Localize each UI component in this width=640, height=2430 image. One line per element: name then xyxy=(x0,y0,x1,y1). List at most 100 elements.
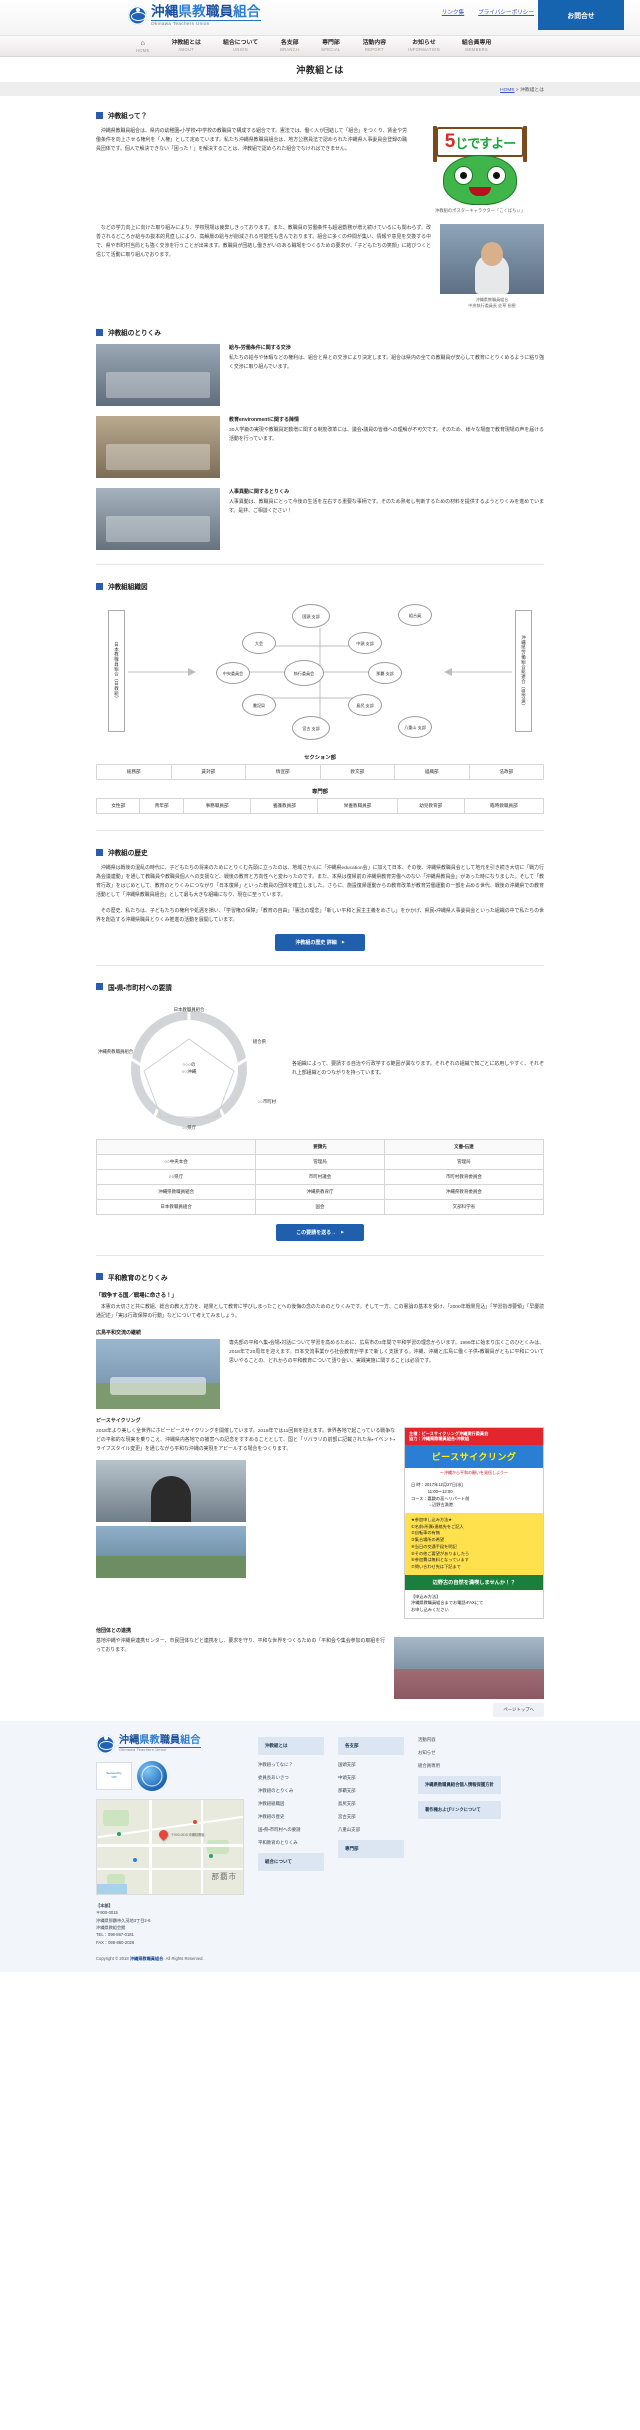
globe-seal-icon xyxy=(137,1760,167,1791)
cpi-seal-icon: Secured by CPI xyxy=(96,1761,132,1790)
section-history: 沖教組の歴史 沖縄県は戦後の混乱の時代に、子どもたちの将来のためにとりくむ先頭に… xyxy=(96,830,544,951)
petition-submit-button[interactable]: この要請を送る→ xyxy=(276,1223,364,1241)
nav-item-special[interactable]: 専門部 SPECIAL xyxy=(310,40,351,53)
privacy-policy-link[interactable]: プライバシーポリシー xyxy=(478,8,534,16)
contact-button[interactable]: お問合せ xyxy=(538,0,624,30)
nav-item-label-en: ABOUT xyxy=(178,47,195,53)
footer-head-link[interactable]: 沖教組とは xyxy=(258,1736,324,1755)
nav-item-label-en: HOME xyxy=(136,47,150,53)
section-department-table: 総務部 賃対部 情宣部 教文部 組織部 法政部 xyxy=(96,764,544,781)
special-department-cell[interactable]: 女性部 xyxy=(95,798,141,815)
footer-link-link[interactable]: 沖教組ってなに？ xyxy=(258,1762,324,1768)
footer-link-link[interactable]: 沖教組組織図 xyxy=(258,1801,324,1807)
petition-table-cell: 管理局 xyxy=(255,1153,385,1170)
footer-link-link[interactable]: 宮古支部 xyxy=(338,1814,404,1820)
petition-table-row: 日本教職員組合 国会 文部科学省 xyxy=(95,1198,545,1215)
footer-card-link[interactable]: 著作権およびリンクについて xyxy=(418,1801,501,1820)
history-paragraph-1: 沖縄県は戦後の混乱の時代に、子どもたちの将来のためにとりくむ先頭に立ったのは、地… xyxy=(96,866,544,899)
nav-item-label-en: BRANCH xyxy=(280,47,300,53)
footer-link-link[interactable]: 八重山支部 xyxy=(338,1827,404,1833)
nav-item-information[interactable]: お知らせ INFORMATION xyxy=(397,40,451,53)
petition-table-cell: 市町村議会 xyxy=(255,1168,385,1185)
nav-item-about[interactable]: 沖教組とは ABOUT xyxy=(160,40,211,53)
footer-link-link[interactable]: 平和教育のとりくみ xyxy=(258,1840,324,1846)
footer-address-title: 【本部】 xyxy=(96,1902,113,1908)
effort-text: 30人学級の実現や教職員定数増に関する制度改革には、議会・議員の皆様への理解が不… xyxy=(229,428,544,443)
section-department-cell[interactable]: 賃対部 xyxy=(170,764,246,781)
peace-b-text: 2018年より美しく全世界にホビーピースサイクリングを開催しています。2018年… xyxy=(96,1428,395,1452)
footer-link-link[interactable]: 中頭支部 xyxy=(338,1775,404,1781)
breadcrumb-home[interactable]: HOME xyxy=(500,88,514,93)
special-department-cell[interactable]: 養護教員部 xyxy=(250,798,319,815)
special-department-cell[interactable]: 幼児教育部 xyxy=(396,798,465,815)
petition-text: 各組織によって、要請する自治や行政学する範囲が異なります。それぞれの組織で知ごと… xyxy=(292,1061,544,1076)
footer-head-link[interactable]: 各支部 xyxy=(338,1736,404,1755)
peace-c-text: 基地沖縄や沖縄県連携センター、市民団体などと連携をし、要求を守り、平和な世界をつ… xyxy=(96,1638,385,1653)
footer-link-link[interactable]: 活動内容 xyxy=(418,1737,501,1743)
copyright-pre: Copyright © 2018 xyxy=(96,1955,130,1961)
footer-link-link[interactable]: 沖教組のとりくみ xyxy=(258,1788,324,1794)
special-department-cell[interactable]: 事務職員部 xyxy=(182,798,252,815)
breadcrumb: HOME > 沖教組とは xyxy=(0,83,640,96)
effort-item: 教育environmentに関する陳情 30人学級の実現や教職員定数増に関する制度… xyxy=(96,416,544,479)
history-detail-button[interactable]: 沖教組の歴史 詳細 xyxy=(275,933,365,951)
footer-card-link[interactable]: 沖縄県教職員組合個人情報保護方針 xyxy=(418,1775,501,1795)
copyright-post: . All Rights Reserved. xyxy=(163,1955,204,1961)
footer-link-link[interactable]: 沖教組の歴史 xyxy=(258,1814,324,1820)
section-marker-icon xyxy=(96,983,103,991)
section-department-cell[interactable]: 組織部 xyxy=(394,764,470,781)
petition-table-row: ○○中央本会 管理局 管理局 xyxy=(95,1153,545,1170)
section-department-cell[interactable]: 総務部 xyxy=(96,764,172,781)
petition-table-cell: ○○中央本会 xyxy=(95,1153,257,1170)
back-to-top-button[interactable]: ページトップへ xyxy=(493,1702,544,1717)
footer-column-3: 活動内容お知らせ組合員専用沖縄県教職員組合個人情報保護方針 著作権およびリンクにつ… xyxy=(418,1737,501,1946)
about-paragraph-2: などの学力向上に向けた取り組みにより、学校現場は疲弊しきっております。また、教職… xyxy=(96,226,432,259)
petition-table-cell: 市町村教育委員会 xyxy=(383,1168,545,1185)
pentagon-center-label: ○○○の ○○沖縄 xyxy=(181,1061,197,1074)
nav-item-home[interactable]: ⌂ HOME xyxy=(125,40,160,53)
nav-item-branch[interactable]: 各支部 BRANCH xyxy=(269,39,310,53)
footer-link-link[interactable]: 島尻支部 xyxy=(338,1801,404,1807)
footer-head-link[interactable]: 専門部 xyxy=(338,1839,404,1858)
footer-link-link[interactable]: 那覇支部 xyxy=(338,1788,404,1794)
section-title-about: 沖教組って？ xyxy=(108,113,148,120)
footer-link-link[interactable]: 国・県・市町村への要請 xyxy=(258,1827,324,1833)
nav-item-label-ja: 各支部 xyxy=(280,39,299,46)
footer-column-2: 各支部国頭支部中頭支部那覇支部島尻支部宮古支部八重山支部専門部 xyxy=(338,1736,404,1946)
link-collection-link[interactable]: リンク集 xyxy=(442,8,464,16)
footer-link-link[interactable]: 委員長あいさつ xyxy=(258,1775,324,1781)
location-map[interactable]: 〒900-0015 沖縄県教組 那覇市 xyxy=(96,1798,244,1895)
section-title-efforts: 沖教組のとりくみ xyxy=(108,330,162,338)
footer-link-link[interactable]: 組合員専用 xyxy=(418,1763,501,1769)
section-title-peace: 平和教育のとりくみ xyxy=(108,1274,168,1282)
section-efforts: 沖教組のとりくみ 給与・労働条件に関する交渉 私たちの給与や休暇などの権利は、組合… xyxy=(96,309,544,551)
site-logo[interactable]: 沖縄県教職員組合 Okinawa Teachers Union xyxy=(128,5,261,27)
footer-logo-text-ja: 沖縄県教職員組合 xyxy=(119,1734,201,1748)
footer-head-link[interactable]: 組合について xyxy=(258,1852,324,1871)
logo-text-ja: 沖縄県教職員組合 xyxy=(151,4,261,21)
section-department-cell[interactable]: 教文部 xyxy=(319,764,395,781)
petition-table: 要請先 文書・伝達 ○○中央本会 管理局 管理局 ○○県庁 市町村議会 市町村教育委員会 沖縄… xyxy=(95,1138,545,1215)
peace-b-title: ピースサイクリング xyxy=(96,1417,141,1424)
footer-link-link[interactable]: お知らせ xyxy=(418,1750,501,1756)
section-marker-icon xyxy=(96,328,103,336)
mascot-caption: 沖教組のポスターキャラクター「こくばちぃ」 xyxy=(434,208,526,213)
section-department-cell[interactable]: 情宣部 xyxy=(245,764,321,781)
nav-item-members[interactable]: 組合員専用 MEMBERS xyxy=(451,40,502,53)
effort-text: 人事異動は、教職員にとって今後の生活を左右する重要な事柄です。そのため熟考し判断… xyxy=(229,500,544,515)
special-department-cell[interactable]: 臨時教職員部 xyxy=(463,798,545,815)
section-department-cell[interactable]: 法政部 xyxy=(468,764,544,781)
breadcrumb-current: 沖教組とは xyxy=(520,88,544,93)
peace-c-title: 他団体との連携 xyxy=(96,1627,131,1634)
special-department-cell[interactable]: 栄養教職員部 xyxy=(317,798,398,815)
peace-sub-heading: 「戦争する国／戦場に命さる！」 xyxy=(96,1292,177,1299)
special-department-cell[interactable]: 青年部 xyxy=(139,798,184,815)
nav-item-union[interactable]: 組合について UNION xyxy=(212,40,269,53)
nav-item-report[interactable]: 活動内容 REPORT xyxy=(352,40,398,53)
footer-link-link[interactable]: 国頭支部 xyxy=(338,1762,404,1768)
petition-table-header: 要請先 xyxy=(255,1138,385,1155)
cycling-photo-1 xyxy=(96,1459,246,1522)
footer-logo[interactable]: 沖縄県教職員組合 Okinawa Teachers Union xyxy=(96,1734,246,1754)
petition-table-cell: 日本教職員組合 xyxy=(95,1198,257,1215)
hiroshima-exchange-photo xyxy=(96,1338,220,1409)
